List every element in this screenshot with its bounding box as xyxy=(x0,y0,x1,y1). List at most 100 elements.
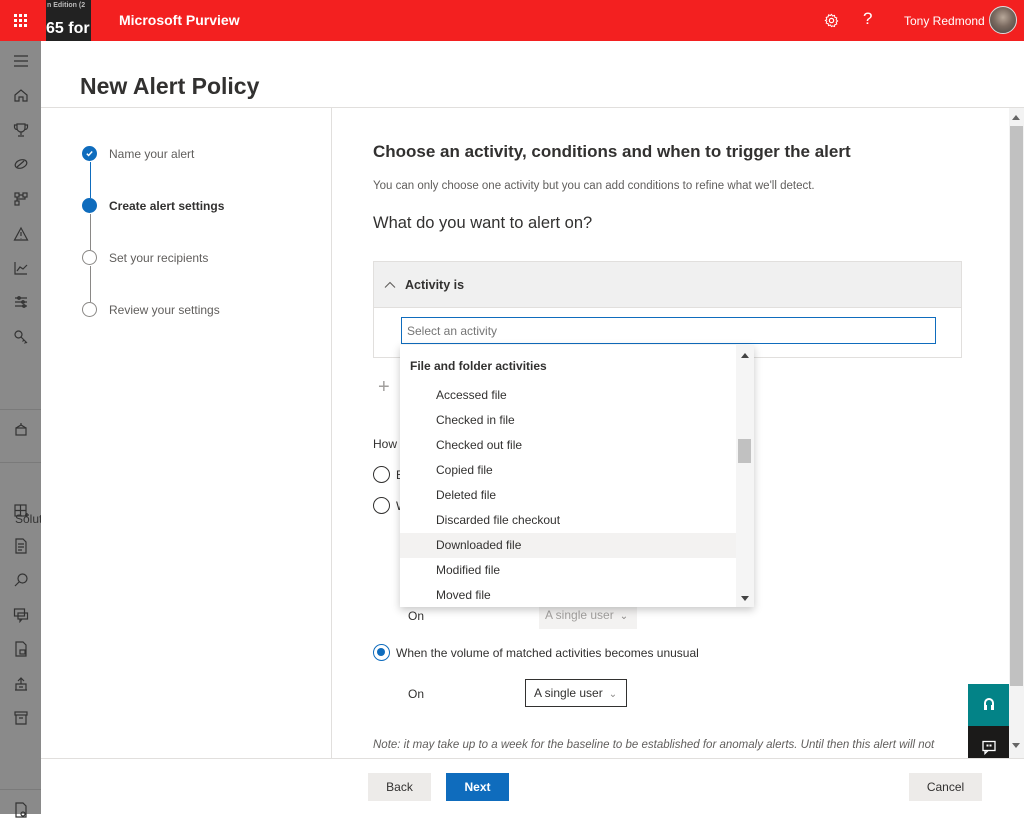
dropdown-scrollbar[interactable] xyxy=(736,345,754,607)
section-subtext: You can only choose one activity but you… xyxy=(373,180,815,192)
nav-divider xyxy=(0,789,41,790)
app-governance-icon[interactable] xyxy=(12,502,30,520)
next-button[interactable]: Next xyxy=(446,773,509,801)
overlay-thumbnail: n Edition (2 65 for xyxy=(46,0,91,41)
data-connectors-icon[interactable] xyxy=(12,190,30,208)
back-button[interactable]: Back xyxy=(368,773,431,801)
ediscovery-icon[interactable] xyxy=(12,675,30,693)
app-launcher-icon xyxy=(14,14,27,27)
dropdown-option[interactable]: Accessed file xyxy=(400,383,736,408)
app-title[interactable]: Microsoft Purview xyxy=(119,12,240,28)
main-scrollbar[interactable] xyxy=(1009,108,1024,758)
dropdown-option[interactable]: Checked in file xyxy=(400,408,736,433)
step-connector xyxy=(90,214,91,250)
step-label: Create alert settings xyxy=(109,198,225,213)
on-label: On xyxy=(408,687,425,701)
nav-divider xyxy=(0,409,41,410)
policies-icon[interactable] xyxy=(12,293,30,311)
settings-icon[interactable] xyxy=(12,801,30,819)
on-label: On xyxy=(408,609,425,623)
app-launcher-button[interactable] xyxy=(0,0,41,41)
select-value: A single user xyxy=(534,686,603,700)
left-nav: Solut xyxy=(0,41,42,818)
activity-select-input[interactable] xyxy=(401,317,936,344)
floating-help-button[interactable] xyxy=(968,684,1009,726)
dropdown-option[interactable]: Checked out file xyxy=(400,433,736,458)
overlay-text-2: 65 for xyxy=(46,20,90,37)
avatar[interactable] xyxy=(989,6,1017,34)
chevron-down-icon: ⌄ xyxy=(619,611,629,622)
settings-gear-icon xyxy=(824,13,838,27)
select-value: A single user xyxy=(545,608,614,622)
radio-threshold[interactable] xyxy=(373,497,390,514)
wizard-steps: Name your alert Create alert settings Se… xyxy=(41,108,332,758)
user-name[interactable]: Tony Redmond xyxy=(904,14,985,28)
activity-condition-card: Activity is xyxy=(373,261,962,358)
pending-step-icon xyxy=(82,302,97,317)
scrollbar-thumb[interactable] xyxy=(738,439,751,463)
dropdown-group-header: File and folder activities xyxy=(410,359,547,373)
step-name-your-alert[interactable]: Name your alert xyxy=(82,146,194,161)
step-review-your-settings[interactable]: Review your settings xyxy=(82,302,220,317)
dropdown-option[interactable]: Moved file xyxy=(400,583,736,607)
condition-label: Activity is xyxy=(405,277,465,292)
headset-help-icon xyxy=(983,698,994,710)
anomaly-note: Note: it may take up to a week for the b… xyxy=(373,739,935,751)
activity-condition-header[interactable]: Activity is xyxy=(374,262,961,308)
data-classification-icon[interactable] xyxy=(12,155,30,173)
overlay-text-1: n Edition (2 xyxy=(47,2,86,9)
dropdown-option-hovered[interactable]: Downloaded file xyxy=(400,533,736,558)
step-label: Name your alert xyxy=(109,146,195,161)
data-lifecycle-icon[interactable] xyxy=(12,709,30,727)
scroll-down-arrow-icon[interactable] xyxy=(1012,743,1020,748)
nav-divider xyxy=(0,462,41,463)
page-header: New Alert Policy xyxy=(41,41,1024,108)
audit-icon[interactable] xyxy=(12,537,30,555)
reports-icon[interactable] xyxy=(12,259,30,277)
settings-button[interactable] xyxy=(821,10,841,30)
dropdown-option[interactable]: Deleted file xyxy=(400,483,736,508)
feedback-icon xyxy=(981,740,996,755)
home-icon[interactable] xyxy=(12,86,30,104)
alerts-icon[interactable] xyxy=(12,225,30,243)
scroll-down-arrow-icon[interactable] xyxy=(741,596,749,601)
page-title: New Alert Policy xyxy=(80,73,260,99)
permissions-icon[interactable] xyxy=(12,328,30,346)
anomaly-scope-select[interactable]: A single user ⌄ xyxy=(525,679,627,707)
data-loss-prevention-icon[interactable] xyxy=(12,640,30,658)
cancel-button[interactable]: Cancel xyxy=(909,773,982,801)
top-bar: n Edition (2 65 for Microsoft Purview ? … xyxy=(0,0,1024,41)
wizard-footer: Back Next Cancel xyxy=(41,758,1024,814)
step-label: Review your settings xyxy=(109,302,220,317)
step-label: Set your recipients xyxy=(109,250,209,265)
help-button[interactable]: ? xyxy=(863,9,872,29)
scroll-up-arrow-icon[interactable] xyxy=(741,353,749,358)
communication-compliance-icon[interactable] xyxy=(12,606,30,624)
step-set-your-recipients[interactable]: Set your recipients xyxy=(82,250,208,265)
content-search-icon[interactable] xyxy=(12,571,30,589)
question-heading: What do you want to alert on? xyxy=(373,214,593,232)
step-connector xyxy=(90,162,91,198)
radio-label: When the volume of matched activities be… xyxy=(396,646,699,660)
radio-unusual-volume[interactable] xyxy=(373,644,390,661)
dropdown-option[interactable]: Copied file xyxy=(400,458,736,483)
chevron-up-icon xyxy=(384,281,396,288)
step-create-alert-settings[interactable]: Create alert settings xyxy=(82,198,224,213)
dropdown-option[interactable]: Modified file xyxy=(400,558,736,583)
add-condition-icon[interactable]: + xyxy=(378,376,390,399)
trophy-icon[interactable] xyxy=(12,121,30,139)
how-label: How xyxy=(373,437,398,451)
scrollbar-thumb[interactable] xyxy=(1010,126,1023,686)
chevron-down-icon: ⌄ xyxy=(608,689,618,700)
radio-every-time[interactable] xyxy=(373,466,390,483)
activity-dropdown-list: File and folder activities Accessed file… xyxy=(400,345,754,607)
dropdown-option[interactable]: Discarded file checkout xyxy=(400,508,736,533)
scroll-up-arrow-icon[interactable] xyxy=(1012,115,1020,120)
step-connector xyxy=(90,266,91,302)
check-icon xyxy=(82,146,97,161)
hamburger-menu-icon[interactable] xyxy=(12,52,30,70)
section-heading: Choose an activity, conditions and when … xyxy=(373,142,851,161)
current-step-icon xyxy=(82,198,97,213)
pending-step-icon xyxy=(82,250,97,265)
trials-icon[interactable] xyxy=(12,420,30,438)
